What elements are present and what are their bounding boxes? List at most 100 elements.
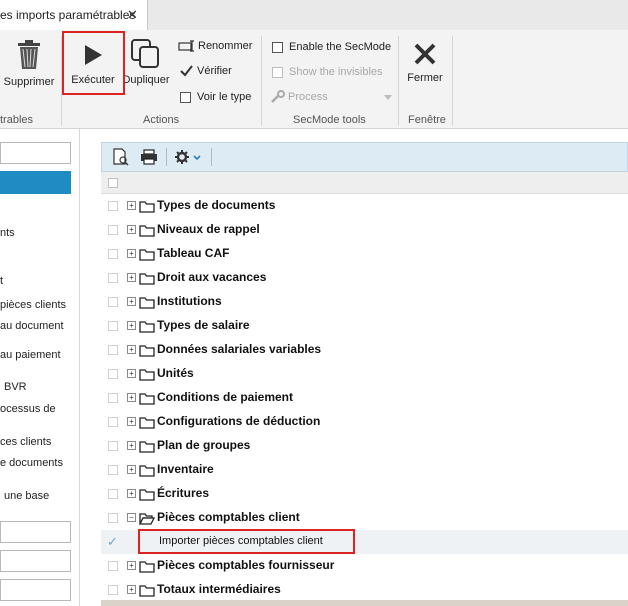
left-list-item[interactable]: BVR	[4, 381, 76, 393]
expand-toggle-icon[interactable]: +	[127, 441, 136, 450]
close-tab-icon[interactable]: ✕	[127, 7, 138, 23]
folder-icon	[139, 272, 155, 288]
expand-toggle-icon[interactable]: +	[127, 465, 136, 474]
row-checkbox[interactable]	[108, 369, 118, 379]
row-checkbox[interactable]	[108, 489, 118, 499]
enable-secmode-checkbox[interactable]: Enable the SecMode	[272, 41, 391, 53]
row-checkbox[interactable]	[108, 393, 118, 403]
left-list-item[interactable]: une base	[4, 490, 76, 502]
checkmark-icon	[180, 65, 193, 77]
left-field[interactable]	[0, 550, 71, 572]
expand-toggle-icon[interactable]: +	[127, 201, 136, 210]
tree-row[interactable]: + Configurations de déduction	[101, 410, 628, 434]
folder-icon	[139, 560, 155, 576]
folder-icon	[139, 416, 155, 432]
expand-toggle-icon[interactable]: +	[127, 585, 136, 594]
tree-row[interactable]: + Institutions	[101, 290, 628, 314]
tree-row[interactable]: + Inventaire	[101, 458, 628, 482]
tree-row[interactable]: + Plan de groupes	[101, 434, 628, 458]
row-checkbox[interactable]	[108, 345, 118, 355]
rename-button[interactable]: Renommer	[178, 40, 252, 52]
expand-toggle-icon[interactable]: −	[127, 513, 136, 522]
tree-row-label: Unités	[157, 366, 194, 380]
close-button[interactable]: Fermer	[402, 42, 448, 84]
process-dropdown[interactable]: Process	[270, 90, 392, 104]
left-list-item[interactable]: ocessus de	[0, 403, 72, 415]
delete-button[interactable]: Supprimer	[2, 40, 56, 88]
process-label: Process	[288, 91, 328, 103]
expand-toggle-icon[interactable]: +	[127, 321, 136, 330]
row-checkbox[interactable]	[108, 465, 118, 475]
row-checkbox[interactable]	[108, 417, 118, 427]
left-list-item[interactable]: e documents	[0, 457, 72, 469]
expand-toggle-icon[interactable]: +	[127, 249, 136, 258]
verify-button[interactable]: Vérifier	[180, 65, 232, 77]
left-field[interactable]	[0, 579, 71, 601]
row-checkbox[interactable]	[108, 441, 118, 451]
tab-strip	[148, 0, 628, 30]
print-icon[interactable]	[138, 146, 160, 168]
show-invisibles-checkbox[interactable]: Show the invisibles	[272, 66, 383, 78]
tree-row[interactable]: + Niveaux de rappel	[101, 218, 628, 242]
expand-toggle-icon[interactable]: +	[127, 297, 136, 306]
row-checkbox[interactable]	[108, 297, 118, 307]
document-tab[interactable]: es imports paramétrables ✕	[0, 0, 148, 30]
show-invisibles-checkbox-box[interactable]	[272, 66, 283, 78]
left-list-item-label: e documents	[0, 457, 63, 469]
expand-toggle-icon[interactable]: +	[127, 393, 136, 402]
tree-row[interactable]: + Types de documents	[101, 194, 628, 218]
expand-toggle-icon[interactable]: +	[127, 417, 136, 426]
expand-toggle-icon[interactable]: +	[127, 345, 136, 354]
tree-row[interactable]: − Pièces comptables client	[101, 506, 628, 530]
horizontal-scrollbar[interactable]	[101, 600, 628, 606]
tree-row[interactable]: + Unités	[101, 362, 628, 386]
tree-row[interactable]: + Types de salaire	[101, 314, 628, 338]
settings-gear-icon[interactable]	[173, 146, 205, 168]
left-selected-item[interactable]	[0, 171, 71, 194]
expand-toggle-icon[interactable]: +	[127, 489, 136, 498]
view-type-checkbox-box[interactable]	[180, 91, 191, 103]
ribbon-separator	[452, 36, 453, 126]
tree-row-label: Données salariales variables	[157, 342, 322, 356]
left-list-item[interactable]: au paiement	[0, 349, 72, 361]
tree-row[interactable]: + Totaux intermédiaires	[101, 578, 628, 602]
tree-row[interactable]: + Tableau CAF	[101, 242, 628, 266]
left-list-item[interactable]: ces clients	[0, 436, 72, 448]
duplicate-button[interactable]: Dupliquer	[122, 38, 170, 86]
row-checkbox[interactable]	[108, 201, 118, 211]
row-checkbox[interactable]	[108, 225, 118, 235]
tree-row[interactable]: + Pièces comptables fournisseur	[101, 554, 628, 578]
row-checkbox[interactable]	[108, 249, 118, 259]
left-panel: nts t pièces clients au document au paie…	[0, 129, 80, 606]
view-type-checkbox[interactable]: Voir le type	[180, 91, 251, 103]
enable-secmode-checkbox-box[interactable]	[272, 41, 283, 53]
left-list-item-label: une base	[4, 490, 50, 502]
left-list-item[interactable]: pièces clients	[0, 299, 72, 311]
row-checkbox[interactable]	[108, 513, 118, 523]
tree-row[interactable]: + Conditions de paiement	[101, 386, 628, 410]
left-field[interactable]	[0, 521, 71, 543]
left-list-item-label: nts	[0, 227, 15, 239]
expand-toggle-icon[interactable]: +	[127, 561, 136, 570]
row-checkbox[interactable]	[108, 585, 118, 595]
preview-icon[interactable]	[110, 146, 132, 168]
left-list-item[interactable]: au document	[0, 320, 72, 332]
verify-button-label: Vérifier	[197, 65, 232, 77]
left-group-label: trables	[0, 114, 34, 126]
folder-icon	[139, 368, 155, 384]
expand-toggle-icon[interactable]: +	[127, 369, 136, 378]
tree-row[interactable]: + Données salariales variables	[101, 338, 628, 362]
left-list-item[interactable]: nts	[0, 227, 72, 239]
left-list-item[interactable]: t	[0, 275, 72, 287]
toolbar-separator	[211, 148, 212, 166]
row-checkbox[interactable]	[108, 321, 118, 331]
row-checkbox[interactable]	[108, 561, 118, 571]
expand-toggle-icon[interactable]: +	[127, 225, 136, 234]
row-checkbox[interactable]	[108, 273, 118, 283]
expand-toggle-icon[interactable]: +	[127, 273, 136, 282]
tree-row[interactable]: + Écritures	[101, 482, 628, 506]
tree-row[interactable]: + Droit aux vacances	[101, 266, 628, 290]
select-all-checkbox[interactable]	[108, 178, 118, 188]
tree-row-label: Types de salaire	[157, 318, 250, 332]
search-input[interactable]	[0, 142, 71, 164]
